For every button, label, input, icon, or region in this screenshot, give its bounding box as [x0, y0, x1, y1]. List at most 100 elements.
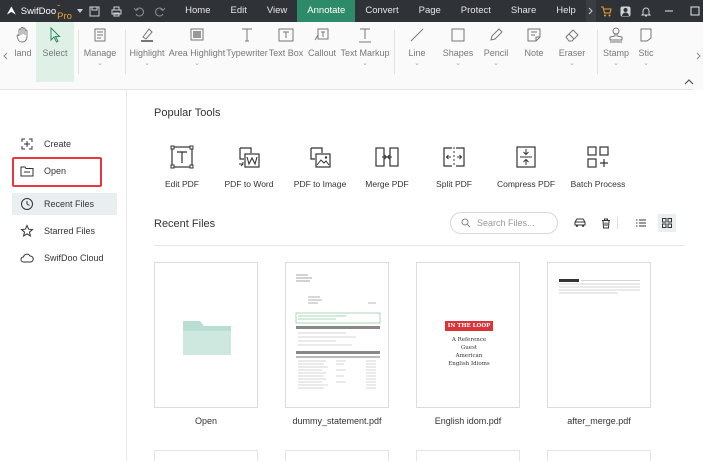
text-markup-icon	[359, 28, 371, 43]
tool-area-highlight[interactable]: Area Highlight ⌄	[168, 22, 226, 82]
tool-label: Typewriter	[226, 48, 268, 58]
window-controls	[596, 0, 703, 22]
open-file-card[interactable]	[154, 262, 258, 408]
chevron-right-icon	[696, 52, 701, 60]
sidebar-item-swifdoo-cloud[interactable]: SwifDoo Cloud	[12, 247, 117, 269]
file-card-partial	[547, 450, 651, 461]
search-box	[450, 212, 558, 234]
account-button[interactable]	[616, 0, 636, 22]
tool-manage[interactable]: Manage ⌄	[79, 22, 121, 82]
menu-annotate[interactable]: Annotate	[297, 0, 356, 22]
file-card-english-idom[interactable]: IN THE LOOP A Reference Guest American E…	[416, 262, 520, 408]
cloud-sync-button[interactable]	[571, 214, 589, 232]
pencil-icon	[490, 28, 503, 41]
redo-button[interactable]	[149, 0, 171, 22]
tool-callout[interactable]: Callout	[304, 22, 340, 82]
menu-page[interactable]: Page	[409, 0, 451, 22]
thumbnail-text: A Reference Guest American English Idiom…	[448, 337, 490, 367]
menu-help[interactable]: Help	[546, 0, 586, 22]
tool-select[interactable]: Select	[36, 22, 74, 82]
section-divider	[154, 245, 685, 246]
app-logo[interactable]: SwifDoo -Pro	[0, 0, 84, 22]
sidebar-item-create[interactable]: Create	[12, 133, 117, 155]
tool-pdf-to-image[interactable]: PDF to Image	[290, 145, 350, 189]
file-name: Open	[194, 416, 218, 426]
maximize-button[interactable]	[682, 0, 703, 22]
file-card-dummy-statement[interactable]	[285, 262, 389, 408]
menu-protect[interactable]: Protect	[451, 0, 501, 22]
pdf-to-image-icon	[310, 147, 331, 168]
tool-hand[interactable]: land	[10, 22, 36, 82]
tool-eraser[interactable]: Eraser ⌄	[553, 22, 591, 82]
cart-button[interactable]	[596, 0, 616, 22]
menu-convert[interactable]: Convert	[355, 0, 408, 22]
tool-edit-pdf[interactable]: Edit PDF	[158, 145, 206, 189]
tool-split-pdf[interactable]: Split PDF	[434, 145, 474, 189]
highlighter-icon	[141, 28, 153, 42]
typewriter-icon	[242, 28, 252, 42]
tool-label: Stic	[638, 48, 654, 58]
file-card-partial	[285, 450, 389, 461]
list-view-button[interactable]	[632, 214, 650, 232]
tool-label: Text Box	[268, 48, 304, 58]
tool-label: Compress PDF	[496, 179, 556, 189]
tool-highlight[interactable]: Highlight ⌄	[126, 22, 168, 82]
eraser-icon	[565, 29, 579, 42]
undo-button[interactable]	[127, 0, 149, 22]
collapse-ribbon-icon[interactable]	[683, 77, 695, 87]
notifications-button[interactable]	[636, 0, 656, 22]
grid-view-button[interactable]	[658, 214, 676, 232]
shapes-icon	[451, 28, 465, 42]
sidebar-item-starred-files[interactable]: Starred Files	[12, 220, 117, 242]
search-input[interactable]	[477, 218, 557, 228]
tool-label: Select	[42, 48, 68, 58]
tool-shapes[interactable]: Shapes ⌄	[439, 22, 477, 82]
tool-label: Edit PDF	[164, 179, 199, 189]
tool-text-box[interactable]: Text Box	[268, 22, 304, 82]
bell-icon	[640, 7, 651, 16]
compress-pdf-icon	[516, 146, 536, 168]
split-pdf-icon	[443, 147, 465, 167]
main-menu: Home Edit View Annotate Convert Page Pro…	[175, 0, 596, 22]
tool-label: Stamp	[602, 48, 629, 58]
app-edition: -Pro	[57, 0, 72, 22]
tool-line[interactable]: Line ⌄	[395, 22, 439, 82]
menu-share[interactable]: Share	[501, 0, 546, 22]
tool-sticker[interactable]: Stic ⌄	[634, 22, 658, 82]
delete-button[interactable]	[597, 214, 615, 232]
list-view-icon	[636, 219, 646, 227]
ribbon-scroll-left[interactable]	[0, 22, 10, 90]
tool-batch-process[interactable]: Batch Process	[571, 145, 625, 189]
trash-icon	[602, 218, 610, 228]
note-icon	[527, 28, 541, 42]
tool-stamp[interactable]: Stamp ⌄	[598, 22, 634, 82]
stack-icon	[94, 28, 106, 42]
tool-pdf-to-word[interactable]: PDF to Word	[221, 145, 277, 189]
tool-label: Manage	[83, 48, 117, 58]
tool-note[interactable]: Note	[515, 22, 553, 82]
pdf-to-word-icon	[239, 147, 260, 168]
sidebar: Create Open Recent Files Starred Files S…	[0, 90, 127, 461]
print-button[interactable]	[105, 0, 127, 22]
folder-icon	[183, 321, 231, 355]
menu-edit[interactable]: Edit	[221, 0, 257, 22]
tool-label: Pencil	[483, 48, 509, 58]
sidebar-item-recent-files[interactable]: Recent Files	[12, 193, 117, 215]
tool-text-markup[interactable]: Text Markup ⌄	[340, 22, 390, 82]
menu-scroll-right[interactable]	[585, 0, 596, 22]
menu-view[interactable]: View	[257, 0, 297, 22]
print-icon	[111, 6, 122, 16]
tool-pencil[interactable]: Pencil ⌄	[477, 22, 515, 82]
minimize-button[interactable]	[656, 0, 682, 22]
file-card-after-merge[interactable]	[547, 262, 651, 408]
save-button[interactable]	[83, 0, 105, 22]
tool-merge-pdf[interactable]: Merge PDF	[364, 145, 410, 189]
undo-icon	[133, 7, 144, 16]
tool-typewriter[interactable]: Typewriter	[226, 22, 268, 82]
file-name: English idom.pdf	[434, 416, 502, 426]
grid-view-icon	[662, 218, 672, 228]
menu-home[interactable]: Home	[175, 0, 220, 22]
tool-compress-pdf[interactable]: Compress PDF	[496, 145, 556, 189]
callout-icon	[314, 28, 329, 41]
merge-pdf-icon	[375, 147, 399, 167]
